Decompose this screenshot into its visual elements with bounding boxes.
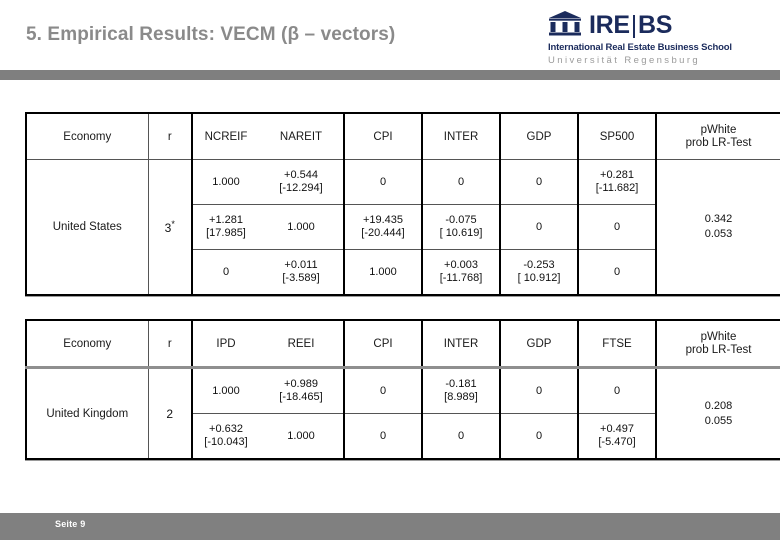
column-header-ncreif: NCREIF bbox=[191, 112, 259, 160]
coefficient-cell: 0 bbox=[191, 249, 259, 296]
page-title: 5. Empirical Results: VECM (β – vectors) bbox=[26, 24, 396, 45]
coefficient-cell: +0.632 [-10.043] bbox=[191, 413, 259, 460]
pwhite-header-line2: prob LR-Test bbox=[685, 343, 752, 356]
prob-lr-test-value: 0.055 bbox=[704, 414, 733, 427]
coefficient-cell: -0.253[ 10.912] bbox=[499, 249, 578, 296]
column-header-ipd: IPD bbox=[191, 319, 259, 369]
column-header-ftse: FTSE bbox=[577, 319, 656, 369]
coefficient-cell: 1.000 bbox=[191, 367, 259, 414]
pwhite-header-line1: pWhite bbox=[700, 123, 737, 136]
rank-cell: 3* bbox=[147, 159, 192, 296]
column-header-r: r bbox=[147, 112, 192, 160]
column-header-inter: INTER bbox=[421, 112, 500, 160]
coefficient-cell: +0.011 [-3.589] bbox=[259, 249, 344, 296]
coefficient-cell: 0 bbox=[421, 413, 500, 460]
column-header-inter: INTER bbox=[421, 319, 500, 369]
coefficient-cell: +0.989 [-18.465] bbox=[259, 367, 344, 414]
coefficient-cell: 1.000 bbox=[259, 413, 344, 460]
coefficient-cell: 1.000 bbox=[191, 159, 259, 205]
coefficient-cell: -0.075[ 10.619] bbox=[421, 204, 500, 250]
coefficient-cell: 0 bbox=[577, 249, 656, 296]
column-header-economy: Economy bbox=[25, 112, 148, 160]
footer-bar bbox=[0, 513, 780, 540]
column-header-gdp: GDP bbox=[499, 112, 578, 160]
coefficient-cell: 1.000 bbox=[343, 249, 422, 296]
logo-subtitle-school: International Real Estate Business Schoo… bbox=[548, 42, 732, 53]
pwhite-value: 0.342 bbox=[704, 213, 733, 225]
economy-name-cell: United Kingdom bbox=[25, 367, 148, 460]
coefficient-cell: +0.003 [-11.768] bbox=[421, 249, 500, 296]
rank-significance-marker: * bbox=[171, 219, 175, 229]
coefficient-cell: 0 bbox=[499, 159, 578, 205]
table-header-row: Economy r NCREIF NAREIT CPI INTER GDP SP500 pWhi… bbox=[25, 112, 780, 160]
table-row: United States 3* 1.000 +0.544 [-12.294] 0 0 0 +0… bbox=[25, 159, 780, 296]
coefficient-cell: 0 bbox=[343, 159, 422, 205]
column-header-cpi: CPI bbox=[343, 319, 422, 369]
coefficient-cell: 0 bbox=[343, 413, 422, 460]
economy-name-cell: United States bbox=[25, 159, 148, 296]
vecm-table-united-kingdom: Economy r IPD REEI CPI INTER GDP FTSE pWhite prob… bbox=[25, 319, 780, 460]
column-header-sp500: SP500 bbox=[577, 112, 656, 160]
logo-mark-ire: IRE bbox=[589, 11, 630, 39]
pwhite-results-cell: 0.342 0.053 bbox=[655, 159, 780, 296]
column-header-cpi: CPI bbox=[343, 112, 422, 160]
economy-label: United Kingdom bbox=[46, 407, 129, 420]
table-bottom-rule bbox=[25, 460, 780, 461]
coefficient-cell: 0 bbox=[499, 204, 578, 250]
table-spacer bbox=[25, 297, 780, 319]
vecm-tables-area: Economy r NCREIF NAREIT CPI INTER GDP SP500 pWhi… bbox=[25, 112, 780, 461]
rank-value: 2 bbox=[166, 406, 174, 421]
coefficient-cell: 0 bbox=[421, 159, 500, 205]
coefficient-cell: 0 bbox=[577, 204, 656, 250]
logo-wordmark: IRE|BS bbox=[589, 12, 672, 38]
pwhite-header-line2: prob LR-Test bbox=[685, 136, 752, 149]
classical-building-icon bbox=[548, 11, 582, 38]
column-header-nareit: NAREIT bbox=[259, 112, 344, 160]
coefficient-cell: +19.435 [-20.444] bbox=[343, 204, 422, 250]
irebs-logo: IRE|BS International Real Estate Busines… bbox=[548, 8, 768, 66]
pwhite-value: 0.208 bbox=[704, 399, 733, 412]
column-header-pwhite: pWhite prob LR-Test bbox=[655, 112, 780, 160]
column-header-reei: REEI bbox=[259, 319, 344, 369]
pwhite-results-cell: 0.208 0.055 bbox=[655, 367, 780, 460]
logo-mark-bs: BS bbox=[637, 11, 673, 39]
coefficient-cell: 0 bbox=[499, 413, 578, 460]
coefficient-cell: +0.497 [-5.470] bbox=[577, 413, 656, 460]
table-header-row: Economy r IPD REEI CPI INTER GDP FTSE pWhite prob… bbox=[25, 319, 780, 369]
prob-lr-test-value: 0.053 bbox=[704, 228, 733, 240]
logo-mark-bar: | bbox=[630, 11, 638, 39]
pwhite-header-line1: pWhite bbox=[700, 330, 737, 343]
column-header-gdp: GDP bbox=[499, 319, 578, 369]
economy-label: United States bbox=[52, 221, 122, 233]
column-header-economy: Economy bbox=[25, 319, 148, 369]
header-divider-bar bbox=[0, 70, 780, 80]
coefficient-cell: 0 bbox=[577, 367, 656, 414]
slide-header: 5. Empirical Results: VECM (β – vectors)… bbox=[0, 0, 780, 70]
coefficient-cell: -0.181 [8.989] bbox=[421, 367, 500, 414]
column-header-pwhite: pWhite prob LR-Test bbox=[655, 319, 780, 369]
coefficient-cell: 1.000 bbox=[259, 204, 344, 250]
coefficient-cell: +1.281 [17.985] bbox=[191, 204, 259, 250]
table-row: United Kingdom 2 1.000 +0.989 [-18.465] 0 -0.1… bbox=[25, 367, 780, 460]
coefficient-cell: +0.544 [-12.294] bbox=[259, 159, 344, 205]
vecm-table-united-states: Economy r NCREIF NAREIT CPI INTER GDP SP500 pWhi… bbox=[25, 112, 780, 296]
footer-page-number: Seite 9 bbox=[55, 519, 86, 529]
rank-cell: 2 bbox=[147, 367, 192, 460]
coefficient-cell: 0 bbox=[499, 367, 578, 414]
coefficient-cell: 0 bbox=[343, 367, 422, 414]
logo-subtitle-university: Universität Regensburg bbox=[548, 55, 701, 66]
coefficient-cell: +0.281 [-11.682] bbox=[577, 159, 656, 205]
column-header-r: r bbox=[147, 319, 192, 369]
rank-value: 3* bbox=[164, 219, 175, 235]
